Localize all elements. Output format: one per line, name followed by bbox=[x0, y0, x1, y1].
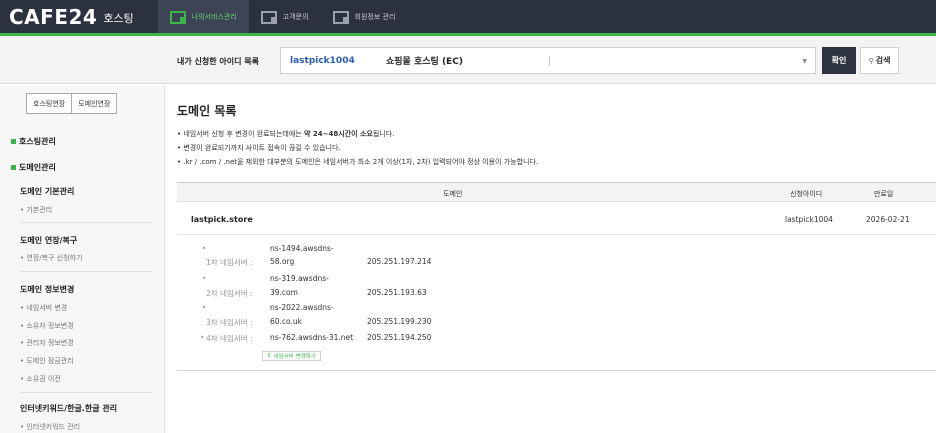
services-icon bbox=[169, 10, 186, 24]
notice-text: • 변경이 완료되기까지 사이트 접속이 끊길 수 있습니다. bbox=[177, 144, 341, 152]
col-expiry: 만료일 bbox=[874, 190, 894, 198]
table-bottom-border bbox=[177, 370, 936, 371]
nav-customer-inquiry[interactable]: 고객문의 bbox=[249, 0, 321, 33]
nav-my-services[interactable]: 나의서비스관리 bbox=[157, 0, 249, 33]
ns-label: 2차 네임서버 : bbox=[206, 289, 253, 298]
nav-label: 회원정보 관리 bbox=[354, 12, 396, 21]
chevron-down-icon: ▼ bbox=[802, 58, 807, 65]
sidebar-item-label: 인터넷키워드 관리 bbox=[26, 423, 81, 431]
account-type: 쇼핑몰 호스팅 (EC) bbox=[386, 57, 463, 67]
change-icon: ⇕ bbox=[267, 353, 272, 359]
sidebar-cat-label: 도메인관리 bbox=[19, 163, 56, 172]
ns-label: 3차 네임서버 : bbox=[206, 318, 253, 327]
top-navigation: CAFE24 호스팅 나의서비스관리 고객문의 회원정보 관리 bbox=[0, 0, 936, 33]
sidebar-item-renew[interactable]: • 연장/복구 신청하기 bbox=[20, 253, 82, 263]
hosting-renew-button[interactable]: 호스팅연장 bbox=[26, 93, 73, 114]
col-domain: 도메인 bbox=[443, 190, 463, 198]
notice-text: • .kr / .com / .net을 제외한 대부분의 도메인은 네임서버가… bbox=[177, 158, 539, 166]
notice-text: 됩니다. bbox=[372, 130, 395, 138]
account-select[interactable]: lastpick1004 쇼핑몰 호스팅 (EC) ▼ bbox=[280, 47, 816, 74]
sidebar-item-label: 관리자 정보변경 bbox=[26, 339, 74, 347]
sidebar-item-label: 도메인 잠금관리 bbox=[26, 357, 74, 365]
sidebar-item-lock[interactable]: • 도메인 잠금관리 bbox=[20, 356, 74, 366]
sidebar-item-label: 네임서버 변경 bbox=[26, 304, 68, 312]
col-applicant-id: 신청아이디 bbox=[790, 190, 823, 198]
notice-bold: 약 24~48시간이 소요 bbox=[303, 130, 373, 138]
applicant-id: lastpick1004 bbox=[785, 215, 833, 224]
sidebar-group-title: 도메인 기본관리 bbox=[20, 187, 75, 196]
sidebar-item-basic[interactable]: • 기본관리 bbox=[20, 205, 52, 215]
sidebar-group-title: 도메인 연장/복구 bbox=[20, 236, 78, 245]
bullet: • bbox=[200, 333, 205, 342]
nav-label: 나의서비스관리 bbox=[191, 12, 237, 21]
cafe24-logo[interactable]: CAFE24 bbox=[9, 5, 97, 29]
search-icon: ⚲ bbox=[868, 56, 874, 65]
sidebar-item-transfer[interactable]: • 소유권 이전 bbox=[20, 374, 61, 384]
domain-renew-button[interactable]: 도메인연장 bbox=[71, 93, 118, 114]
table-row[interactable]: lastpick.store lastpick1004 2026-02-21 bbox=[177, 203, 936, 235]
notice-2: • 변경이 완료되기까지 사이트 접속이 끊길 수 있습니다. bbox=[177, 143, 341, 153]
bullet: • bbox=[202, 244, 207, 253]
change-nameserver-button[interactable]: ⇕ 네임서버 변경하기 bbox=[262, 351, 321, 361]
sidebar-item-nameserver[interactable]: • 네임서버 변경 bbox=[20, 303, 67, 313]
sidebar-item-admin[interactable]: • 관리자 정보변경 bbox=[20, 338, 74, 348]
divider bbox=[20, 271, 153, 272]
ns-host: ns-319.awsdns- bbox=[270, 274, 329, 283]
notice-1: • 네임서버 신청 후 변경이 완료되는데에는 약 24~48시간이 소요됩니다… bbox=[177, 129, 394, 139]
inquiry-icon bbox=[260, 10, 277, 24]
confirm-button[interactable]: 확인 bbox=[822, 47, 856, 74]
expiry-date: 2026-02-21 bbox=[866, 215, 910, 224]
sidebar-item-label: 연장/복구 신청하기 bbox=[26, 254, 83, 262]
nav-label: 고객문의 bbox=[282, 12, 309, 21]
sidebar-item-label: 소유자 정보변경 bbox=[26, 322, 74, 330]
sidebar-cat-hosting[interactable]: 호스팅관리 bbox=[11, 136, 56, 147]
divider bbox=[20, 222, 153, 223]
ns-label: 4차 네임서버 : bbox=[206, 334, 253, 343]
ns-ip: 205.251.194.250 bbox=[367, 333, 432, 342]
sidebar-item-owner[interactable]: • 소유자 정보변경 bbox=[20, 321, 74, 331]
sidebar-group-title: 인터넷키워드/한글.한글 관리 bbox=[20, 404, 118, 413]
sidebar-item-label: 소유권 이전 bbox=[26, 375, 61, 383]
ns-host: ns-1494.awsdns- bbox=[270, 244, 334, 253]
search-button[interactable]: ⚲ 검색 bbox=[860, 47, 899, 74]
logo-subtitle: 호스팅 bbox=[103, 12, 134, 25]
bullet: • bbox=[202, 274, 207, 283]
notice-3: • .kr / .com / .net을 제외한 대부분의 도메인은 네임서버가… bbox=[177, 157, 538, 167]
bullet-icon bbox=[11, 139, 16, 144]
sidebar-cat-domain[interactable]: 도메인관리 bbox=[11, 162, 56, 173]
sidebar-item-label: 기본관리 bbox=[26, 206, 53, 214]
select-divider bbox=[549, 56, 550, 66]
notice-text: • 네임서버 신청 후 변경이 완료되는데에는 bbox=[177, 130, 304, 138]
sidebar-group-title: 도메인 정보변경 bbox=[20, 285, 75, 294]
table-header: 도메인 신청아이디 만료일 bbox=[177, 182, 936, 202]
search-label: 검색 bbox=[875, 56, 891, 65]
divider bbox=[20, 392, 153, 393]
bullet-icon bbox=[11, 165, 16, 170]
ns-host: 60.co.uk bbox=[270, 317, 302, 326]
bullet: • bbox=[202, 303, 207, 312]
page-title: 도메인 목록 bbox=[177, 104, 237, 118]
ns-host: 58.org bbox=[270, 257, 295, 266]
account-bar: 내가 신청한 아이디 목록 lastpick1004 쇼핑몰 호스팅 (EC) … bbox=[0, 36, 936, 84]
ns-host: ns-762.awsdns-31.net bbox=[270, 333, 354, 342]
sidebar-item-keyword[interactable]: • 인터넷키워드 관리 bbox=[20, 422, 80, 432]
domain-name[interactable]: lastpick.store bbox=[191, 215, 253, 224]
ns-ip: 205.251.199.230 bbox=[367, 317, 432, 326]
ns-label: 1차 네임서버 : bbox=[206, 258, 253, 267]
account-id: lastpick1004 bbox=[290, 55, 355, 66]
member-icon bbox=[332, 10, 349, 24]
ns-host: 39.com bbox=[270, 288, 298, 297]
ns-host: ns-2022.awsdns- bbox=[270, 303, 334, 312]
ns-ip: 205.251.193.63 bbox=[367, 288, 427, 297]
sidebar: 호스팅연장 도메인연장 호스팅관리 도메인관리 도메인 기본관리 • 기본관리 … bbox=[0, 85, 165, 433]
change-nameserver-label: 네임서버 변경하기 bbox=[273, 354, 316, 360]
nav-member-info[interactable]: 회원정보 관리 bbox=[321, 0, 408, 33]
account-list-label: 내가 신청한 아이디 목록 bbox=[177, 57, 259, 66]
sidebar-cat-label: 호스팅관리 bbox=[19, 137, 56, 146]
ns-ip: 205.251.197.214 bbox=[367, 257, 432, 266]
